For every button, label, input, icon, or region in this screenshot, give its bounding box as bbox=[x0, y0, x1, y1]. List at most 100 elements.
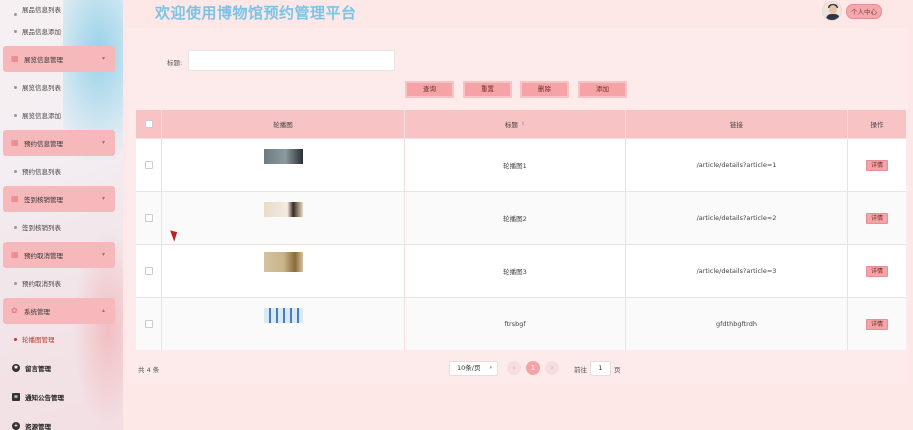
reset-button[interactable]: 重置 bbox=[463, 81, 512, 98]
link-cell: /article/details?article=3 bbox=[626, 245, 848, 297]
row-select-cell bbox=[136, 139, 162, 191]
query-button[interactable]: 查询 bbox=[405, 81, 454, 98]
row-checkbox[interactable] bbox=[144, 214, 153, 222]
carousel-thumbnail bbox=[263, 252, 303, 272]
row-checkbox[interactable] bbox=[144, 267, 153, 275]
sidebar-item-label: 预约取消列表 bbox=[22, 280, 61, 288]
prev-page-button[interactable]: ‹ bbox=[507, 361, 521, 375]
sidebar-item-resources[interactable]: + 资源管理 bbox=[0, 411, 123, 430]
sidebar-menu: 展品信息列表 展品信息添加 ▦ 展览信息管理 ▾ 展览信息列表 展览信息添加 ▦ 预约… bbox=[0, 0, 123, 430]
title-cell: 轮播图3 bbox=[405, 245, 626, 297]
select-all-checkbox[interactable] bbox=[144, 120, 153, 128]
page-number-current[interactable]: 1 bbox=[526, 361, 540, 375]
sidebar-item-label: 通知公告管理 bbox=[25, 393, 64, 402]
add-button[interactable]: 添加 bbox=[578, 81, 627, 98]
select-all-cell bbox=[136, 110, 162, 138]
chevron-down-icon: ▾ bbox=[489, 365, 492, 371]
link-cell: /article/details?article=2 bbox=[626, 192, 848, 244]
sidebar-group-label: 展览信息管理 bbox=[24, 56, 63, 64]
row-checkbox[interactable] bbox=[144, 320, 153, 328]
chevron-down-icon: ▾ bbox=[101, 55, 105, 62]
link-cell: gfdthbgftrdh bbox=[626, 298, 848, 350]
search-input[interactable] bbox=[188, 50, 395, 71]
sidebar-item-label: 展品信息添加 bbox=[22, 28, 61, 36]
table-row: 轮播图2 /article/details?article=2 详情 bbox=[136, 191, 906, 244]
sidebar-group-label: 预约取消管理 bbox=[24, 252, 63, 260]
chevron-right-icon: › bbox=[550, 364, 554, 372]
chevron-down-icon: ▾ bbox=[101, 251, 105, 258]
column-header-action: 操作 bbox=[870, 121, 884, 129]
action-cell: 详情 bbox=[848, 298, 906, 350]
sidebar-item-notices[interactable]: ≡ 通知公告管理 bbox=[0, 382, 123, 411]
action-cell: 详情 bbox=[848, 245, 906, 297]
chevron-down-icon: ▾ bbox=[101, 195, 105, 202]
title-cell: 轮播图2 bbox=[405, 192, 626, 244]
grid-icon: ▦ bbox=[11, 138, 19, 147]
sidebar-item-label: 轮播图管理 bbox=[22, 336, 55, 344]
search-label: 标题: bbox=[167, 59, 183, 67]
page-size-value: 10条/页 bbox=[457, 364, 481, 372]
avatar-body bbox=[826, 14, 840, 20]
carousel-table: 轮播图 标题 ⇕ 链接 操作 轮播图1 /article/details?arti… bbox=[136, 110, 906, 350]
column-header-title[interactable]: 标题 ⇕ bbox=[405, 110, 626, 138]
detail-button[interactable]: 详情 bbox=[865, 265, 888, 277]
column-header-image: 轮播图 bbox=[162, 110, 405, 138]
detail-button[interactable]: 详情 bbox=[865, 159, 888, 171]
document-icon: ≡ bbox=[12, 392, 20, 401]
carousel-thumbnail bbox=[263, 148, 303, 164]
sidebar-item-reservation-list[interactable]: 预约信息列表 bbox=[0, 157, 123, 185]
sidebar-item-messages[interactable]: ✱ 留言管理 bbox=[0, 353, 123, 382]
sidebar-item-label: 签到核销列表 bbox=[22, 224, 61, 232]
page-title: 欢迎使用博物馆预约管理平台 bbox=[155, 4, 357, 22]
grid-icon: ▦ bbox=[11, 194, 19, 203]
next-page-button[interactable]: › bbox=[545, 361, 559, 375]
title-cell: ftrsbgf bbox=[405, 298, 626, 350]
avatar[interactable] bbox=[822, 1, 842, 21]
gear-icon: ✱ bbox=[12, 363, 20, 372]
row-select-cell bbox=[136, 298, 162, 350]
grid-icon: ▦ bbox=[11, 54, 19, 63]
sidebar-item-label: 留言管理 bbox=[25, 364, 51, 373]
grid-icon: ▦ bbox=[11, 250, 19, 259]
sidebar-item-cancel-list[interactable]: 预约取消列表 bbox=[0, 269, 123, 297]
sidebar-group-label: 签到核销管理 bbox=[24, 196, 63, 204]
image-cell bbox=[162, 298, 405, 350]
goto-page-input[interactable]: 1 bbox=[590, 361, 611, 376]
header: 欢迎使用博物馆预约管理平台 个人中心 bbox=[123, 0, 913, 26]
sidebar-item-label: 展览信息添加 bbox=[22, 112, 61, 120]
goto-label: 前往 bbox=[574, 366, 587, 374]
chevron-left-icon: ‹ bbox=[512, 364, 516, 372]
image-cell bbox=[162, 192, 405, 244]
table-row: 轮播图1 /article/details?article=1 详情 bbox=[136, 138, 906, 191]
sidebar-group-label: 系统管理 bbox=[24, 308, 50, 316]
sidebar-group-label: 预约信息管理 bbox=[24, 140, 63, 148]
carousel-thumbnail bbox=[263, 307, 303, 323]
page-size-select[interactable]: 10条/页 ▾ bbox=[449, 361, 498, 376]
sidebar-item-checkin-list[interactable]: 签到核销列表 bbox=[0, 213, 123, 241]
profile-button[interactable]: 个人中心 bbox=[846, 4, 882, 19]
sidebar-group-reservation[interactable]: ▦ 预约信息管理 ▾ bbox=[3, 130, 115, 156]
row-checkbox[interactable] bbox=[144, 161, 153, 169]
sidebar-item-exhibit-add[interactable]: 展品信息添加 bbox=[0, 17, 123, 45]
action-cell: 详情 bbox=[848, 192, 906, 244]
detail-button[interactable]: 详情 bbox=[865, 318, 888, 330]
sidebar-item-label: 资源管理 bbox=[25, 422, 51, 430]
sidebar-group-checkin[interactable]: ▦ 签到核销管理 ▾ bbox=[3, 186, 115, 212]
sidebar-group-cancel[interactable]: ▦ 预约取消管理 ▾ bbox=[3, 242, 115, 268]
sidebar-item-exhibition-list[interactable]: 展览信息列表 bbox=[0, 73, 123, 101]
sidebar-item-exhibition-add[interactable]: 展览信息添加 bbox=[0, 101, 123, 129]
detail-button[interactable]: 详情 bbox=[865, 212, 888, 224]
table-row: 轮播图3 /article/details?article=3 详情 bbox=[136, 244, 906, 297]
avatar-face bbox=[829, 5, 837, 14]
total-count: 共 4 条 bbox=[138, 366, 160, 374]
delete-button[interactable]: 删除 bbox=[520, 81, 569, 98]
carousel-thumbnail bbox=[263, 201, 303, 217]
main-content: 标题: 查询 重置 删除 添加 轮播图 标题 ⇕ 链接 操作 轮播图1 /arti… bbox=[127, 28, 908, 384]
sidebar-item-exhibit-list[interactable]: 展品信息列表 bbox=[0, 0, 123, 17]
sort-icon[interactable]: ⇕ bbox=[521, 121, 525, 127]
image-cell bbox=[162, 139, 405, 191]
sidebar-group-exhibition[interactable]: ▦ 展览信息管理 ▾ bbox=[3, 46, 115, 72]
plus-icon: + bbox=[12, 421, 20, 430]
sidebar-item-carousel[interactable]: 轮播图管理 bbox=[0, 325, 123, 353]
sidebar-group-system[interactable]: ✿ 系统管理 ▴ bbox=[3, 298, 115, 324]
